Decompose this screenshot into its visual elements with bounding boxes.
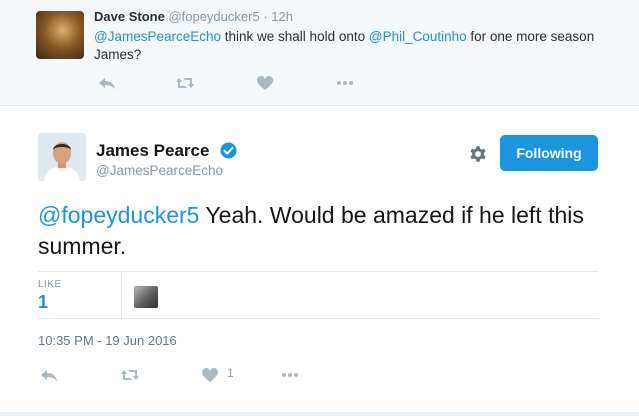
reply-avatar[interactable] xyxy=(36,11,84,59)
reply-author-name[interactable]: Dave Stone xyxy=(94,9,165,24)
like-count[interactable]: 1 xyxy=(38,292,48,313)
liker-avatar[interactable] xyxy=(134,286,158,308)
author-avatar[interactable] xyxy=(38,133,86,181)
mention-link[interactable]: @JamesPearceEcho xyxy=(94,29,221,44)
more-icon[interactable] xyxy=(279,366,301,384)
more-icon[interactable] xyxy=(334,74,356,92)
stats-divider-vertical xyxy=(121,272,122,318)
gear-icon[interactable] xyxy=(467,143,489,165)
parent-tweet[interactable]: Dave Stone @fopeyducker5 · 12h @JamesPea… xyxy=(0,0,639,106)
tweet-timestamp[interactable]: 10:35 PM - 19 Jun 2016 xyxy=(38,333,177,348)
reply-icon[interactable] xyxy=(96,74,118,92)
mention-link[interactable]: @Phil_Coutinho xyxy=(369,29,467,44)
retweet-icon[interactable] xyxy=(174,74,196,92)
stats-divider-bottom xyxy=(38,318,598,319)
like-label: LIKE xyxy=(38,279,62,290)
like-action-count: 1 xyxy=(227,366,234,380)
stats-divider-top xyxy=(38,271,598,272)
reply-icon[interactable] xyxy=(38,366,60,384)
retweet-icon[interactable] xyxy=(119,366,141,384)
heart-icon[interactable] xyxy=(254,74,276,92)
reply-text: @JamesPearceEcho think we shall hold ont… xyxy=(94,28,614,64)
author-name[interactable]: James Pearce xyxy=(96,141,209,161)
tweet-text: @fopeyducker5 Yeah. Would be amazed if h… xyxy=(38,200,598,262)
reply-author-handle[interactable]: @fopeyducker5 xyxy=(168,9,259,24)
reply-header: Dave Stone @fopeyducker5 · 12h xyxy=(94,9,293,24)
verified-icon xyxy=(220,142,237,159)
reply-timestamp[interactable]: · 12h xyxy=(263,9,293,24)
mention-link[interactable]: @fopeyducker5 xyxy=(38,202,199,228)
heart-icon[interactable] xyxy=(199,366,221,384)
bottom-divider xyxy=(0,412,639,416)
following-button[interactable]: Following xyxy=(500,135,598,171)
reply-text-part: think we shall hold onto xyxy=(221,29,369,44)
author-handle[interactable]: @JamesPearceEcho xyxy=(96,163,223,178)
tweet-actions xyxy=(0,360,639,390)
